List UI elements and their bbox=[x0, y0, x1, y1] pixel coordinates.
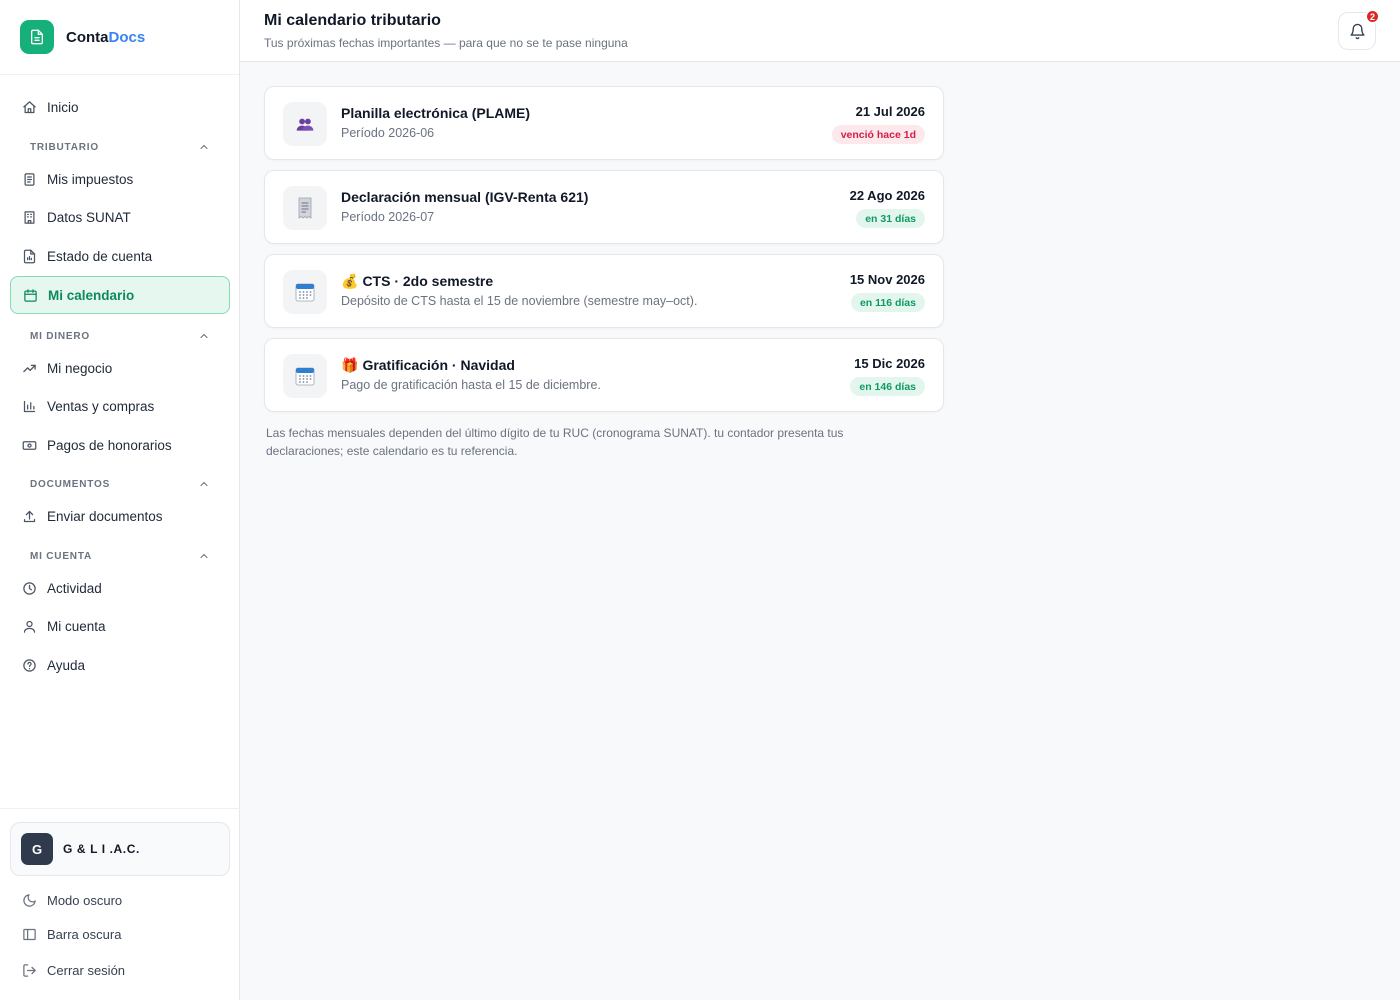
sidebar-item-label: Estado de cuenta bbox=[47, 248, 153, 264]
event-title: Planilla electrónica (PLAME) bbox=[341, 105, 531, 121]
sidebar-icon bbox=[21, 926, 37, 942]
page-header: Mi calendario tributario Tus próximas fe… bbox=[240, 0, 1400, 62]
event-card[interactable]: Declaración mensual (IGV-Renta 621) Perí… bbox=[264, 170, 944, 244]
sidebar-item-label: Ayuda bbox=[47, 657, 86, 673]
upload-icon bbox=[21, 508, 37, 524]
calendar-icon bbox=[283, 270, 327, 314]
sidebar-footer: G G & L I .A.C. Modo oscuro Barra oscura… bbox=[0, 808, 240, 1000]
section-label: MI CUENTA bbox=[30, 550, 93, 562]
event-title: 💰 CTS · 2do semestre bbox=[341, 273, 494, 289]
event-date: 15 Nov 2026 bbox=[849, 272, 925, 287]
help-circle-icon bbox=[21, 657, 37, 673]
sidebar-item-inicio[interactable]: Inicio bbox=[10, 88, 230, 126]
sidebar-item-label: Mi negocio bbox=[47, 360, 113, 376]
sidebar-item-label: Mi calendario bbox=[48, 287, 135, 303]
page-subtitle: Tus próximas fechas importantes — para q… bbox=[264, 36, 628, 50]
file-chart-icon bbox=[21, 248, 37, 264]
status-badge: en 146 días bbox=[850, 377, 925, 396]
logout-label: Cerrar sesión bbox=[47, 962, 126, 978]
status-badge: en 116 días bbox=[850, 293, 925, 312]
receipt-icon bbox=[21, 171, 37, 187]
building-icon bbox=[21, 209, 37, 225]
dark-mode-label: Modo oscuro bbox=[47, 892, 123, 908]
sidebar-item-datos-sunat[interactable]: Datos SUNAT bbox=[10, 198, 230, 236]
moon-icon bbox=[21, 892, 37, 908]
org-switcher[interactable]: G G & L I .A.C. bbox=[10, 822, 230, 876]
sidebar-item-pagos-de-honorarios[interactable]: Pagos de honorarios bbox=[10, 426, 230, 464]
sidebar-item-label: Inicio bbox=[47, 99, 79, 115]
logout-icon bbox=[21, 962, 37, 978]
bar-chart-icon bbox=[21, 398, 37, 414]
sidebar-item-label: Mis impuestos bbox=[47, 171, 134, 187]
sidebar-item-mi-negocio[interactable]: Mi negocio bbox=[10, 349, 230, 387]
sidebar-item-estado-de-cuenta[interactable]: Estado de cuenta bbox=[10, 237, 230, 275]
sidebar-item-label: Pagos de honorarios bbox=[47, 437, 172, 453]
sidebar-item-ventas-y-compras[interactable]: Ventas y compras bbox=[10, 387, 230, 425]
sidebar-item-mi-cuenta[interactable]: Mi cuenta bbox=[10, 607, 230, 645]
money-bag-icon: 💰 bbox=[341, 273, 359, 289]
event-date: 21 Jul 2026 bbox=[855, 104, 925, 119]
sidebar-item-mis-impuestos[interactable]: Mis impuestos bbox=[10, 160, 230, 198]
event-title: Declaración mensual (IGV-Renta 621) bbox=[341, 189, 589, 205]
dark-mode-toggle[interactable]: Modo oscuro bbox=[10, 885, 230, 915]
trending-up-icon bbox=[21, 360, 37, 376]
page-title: Mi calendario tributario bbox=[264, 12, 441, 29]
avatar: G bbox=[21, 833, 53, 865]
calendar-icon bbox=[283, 354, 327, 398]
section-documentos[interactable]: DOCUMENTOS bbox=[30, 478, 210, 490]
section-label: MI DINERO bbox=[30, 330, 90, 342]
event-description: Depósito de CTS hasta el 15 de noviembre… bbox=[341, 294, 698, 308]
chevron-up-icon bbox=[200, 144, 208, 150]
dark-sidebar-toggle[interactable]: Barra oscura bbox=[10, 919, 230, 949]
event-description: Pago de gratificación hasta el 15 de dic… bbox=[341, 378, 601, 392]
sidebar-item-enviar-documentos[interactable]: Enviar documentos bbox=[10, 497, 230, 535]
event-card[interactable]: 🎁 Gratificación · Navidad Pago de gratifi… bbox=[264, 338, 944, 412]
sidebar-item-actividad[interactable]: Actividad bbox=[10, 569, 230, 607]
section-label: TRIBUTARIO bbox=[30, 141, 99, 153]
cash-icon bbox=[21, 437, 37, 453]
section-mi-dinero[interactable]: MI DINERO bbox=[30, 330, 210, 342]
calendar-note: Las fechas mensuales dependen del último… bbox=[266, 426, 844, 458]
event-description: Período 2026-07 bbox=[341, 210, 435, 224]
sidebar-item-label: Ventas y compras bbox=[47, 398, 155, 414]
clock-icon bbox=[21, 580, 37, 596]
logout-button[interactable]: Cerrar sesión bbox=[10, 955, 230, 985]
document-icon bbox=[20, 20, 54, 54]
brand-name: ContaDocs bbox=[66, 28, 146, 46]
sidebar-item-label: Enviar documentos bbox=[47, 508, 163, 524]
event-description: Período 2026-06 bbox=[341, 126, 435, 140]
receipt-icon bbox=[283, 186, 327, 230]
sidebar-item-ayuda[interactable]: Ayuda bbox=[10, 646, 230, 684]
section-tributario[interactable]: TRIBUTARIO bbox=[30, 141, 210, 153]
sidebar: ContaDocs Inicio TRIBUTARIO Mis impuesto… bbox=[0, 0, 240, 1000]
gift-icon: 🎁 bbox=[341, 357, 359, 373]
status-badge: venció hace 1d bbox=[831, 125, 925, 144]
sidebar-item-label: Datos SUNAT bbox=[47, 209, 131, 225]
section-label: DOCUMENTOS bbox=[30, 478, 111, 490]
people-icon bbox=[283, 102, 327, 146]
event-title: 🎁 Gratificación · Navidad bbox=[341, 357, 515, 373]
calendar-icon bbox=[22, 287, 38, 303]
org-name: G & L I .A.C. bbox=[63, 842, 140, 856]
sidebar-item-label: Actividad bbox=[47, 580, 102, 596]
event-card[interactable]: Planilla electrónica (PLAME) Período 202… bbox=[264, 86, 944, 160]
event-date: 22 Ago 2026 bbox=[849, 188, 925, 203]
bell-icon bbox=[1349, 23, 1365, 39]
status-badge: en 31 días bbox=[856, 209, 925, 228]
chevron-up-icon bbox=[200, 333, 208, 339]
event-date: 15 Dic 2026 bbox=[854, 356, 925, 371]
notification-badge: 2 bbox=[1365, 9, 1380, 24]
user-icon bbox=[21, 618, 37, 634]
sidebar-item-label: Mi cuenta bbox=[47, 618, 106, 634]
brand[interactable]: ContaDocs bbox=[0, 0, 239, 75]
event-card[interactable]: 💰 CTS · 2do semestre Depósito de CTS hast… bbox=[264, 254, 944, 328]
section-mi-cuenta[interactable]: MI CUENTA bbox=[30, 550, 210, 562]
dark-sidebar-label: Barra oscura bbox=[47, 926, 122, 942]
notifications-button[interactable]: 2 bbox=[1338, 9, 1380, 50]
sidebar-item-mi-calendario[interactable]: Mi calendario bbox=[10, 276, 230, 314]
chevron-up-icon bbox=[200, 553, 208, 559]
home-icon bbox=[21, 99, 37, 115]
chevron-up-icon bbox=[200, 481, 208, 487]
